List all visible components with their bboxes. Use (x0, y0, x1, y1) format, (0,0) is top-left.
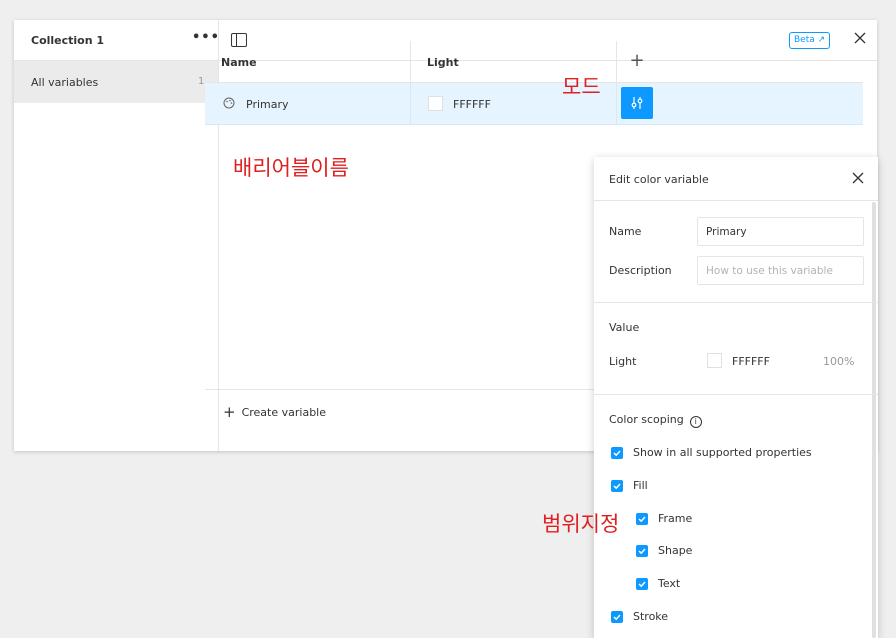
checkbox-shape[interactable] (636, 545, 648, 557)
variable-value: FFFFFF (453, 98, 491, 111)
popover-title: Edit color variable (609, 173, 709, 186)
description-label: Description (609, 264, 672, 277)
scope-label: Stroke (633, 610, 669, 623)
scope-label: Shape (658, 544, 693, 557)
annotation-scoping: 범위지정 (542, 512, 620, 536)
variable-name-cell[interactable]: Primary (205, 83, 411, 125)
create-variable-button[interactable]: + Create variable (223, 403, 326, 421)
collection-title[interactable]: Collection 1 (31, 34, 104, 47)
collections-sidebar: Collection 1 ••• All variables 1 (14, 20, 219, 451)
collection-header[interactable]: Collection 1 ••• (14, 20, 219, 61)
divider (594, 302, 878, 303)
scope-label: Fill (633, 479, 648, 492)
mode-label: Light (609, 355, 637, 368)
sidebar-item-all-variables[interactable]: All variables 1 (14, 61, 218, 103)
sidebar-item-label: All variables (31, 76, 99, 89)
mode-color-swatch[interactable] (707, 353, 722, 368)
table-header: Name Light + (205, 41, 863, 83)
sidebar-item-count: 1 (198, 76, 205, 87)
info-icon[interactable]: i (689, 416, 702, 428)
close-icon[interactable] (851, 171, 865, 185)
table-row[interactable]: Primary FFFFFF (205, 83, 863, 125)
annotation-variable-name: 배리어블이름 (233, 156, 349, 180)
column-header-name: Name (205, 41, 411, 83)
scope-label: Show in all supported properties (633, 446, 812, 459)
value-section-title: Value (609, 321, 640, 334)
variable-name: Primary (246, 98, 289, 111)
edit-color-variable-popover: Edit color variable Name Primary Descrip… (594, 157, 878, 638)
edit-variable-button[interactable] (621, 87, 653, 119)
scope-label: Text (658, 577, 681, 590)
add-mode-button[interactable]: + (617, 41, 657, 83)
divider (594, 200, 878, 201)
checkbox-stroke[interactable] (611, 611, 623, 623)
name-label: Name (609, 225, 642, 238)
scope-label: Frame (658, 512, 693, 525)
palette-icon (223, 97, 235, 109)
checkbox-all-properties[interactable] (611, 447, 623, 459)
mode-hex-value[interactable]: FFFFFF (732, 355, 770, 368)
plus-icon: + (223, 403, 236, 421)
divider (594, 394, 878, 395)
annotation-mode: 모드 (562, 75, 601, 99)
name-input[interactable]: Primary (697, 217, 864, 246)
checkbox-frame[interactable] (636, 513, 648, 525)
color-scoping-title: Color scoping i (609, 413, 702, 428)
scrollbar[interactable] (872, 202, 876, 638)
color-swatch (428, 96, 443, 111)
color-scoping-label: Color scoping (609, 413, 684, 426)
sliders-icon (631, 97, 643, 109)
description-input[interactable]: How to use this variable (697, 256, 864, 285)
checkbox-text[interactable] (636, 578, 648, 590)
create-variable-label: Create variable (241, 406, 327, 419)
mode-opacity-value[interactable]: 100% (823, 355, 854, 368)
checkbox-fill[interactable] (611, 480, 623, 492)
